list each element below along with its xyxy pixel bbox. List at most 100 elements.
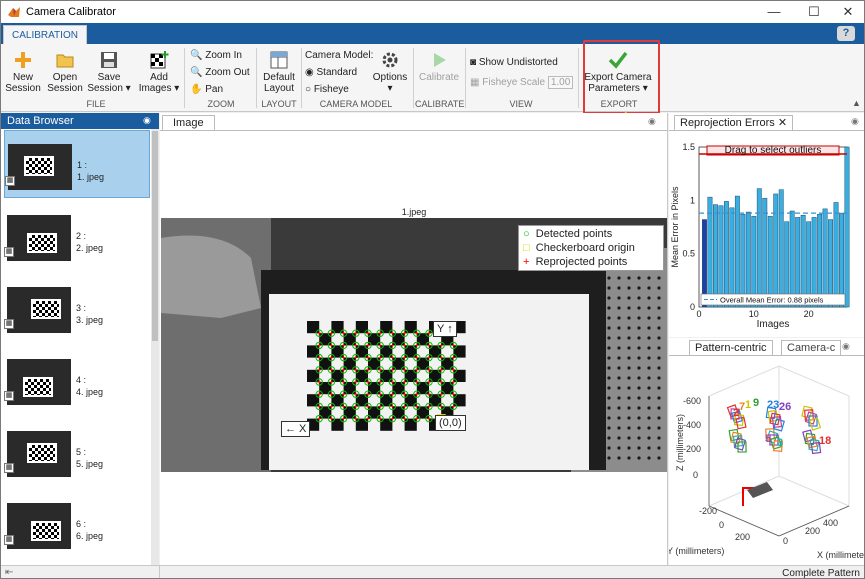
camera-pose-label: 26	[779, 401, 791, 413]
help-button[interactable]: ?	[837, 26, 855, 41]
error-bar	[778, 189, 784, 308]
data-browser-item-label: 2 : 2. jpeg	[76, 230, 103, 254]
thumbnail-checkerboard	[31, 299, 61, 319]
ribbon-separator	[578, 48, 579, 108]
data-browser-item[interactable]: ▦ 3 : 3. jpeg	[4, 274, 150, 342]
panel-menu-icon[interactable]: ◉	[648, 116, 656, 127]
tab-image[interactable]: Image	[162, 115, 215, 130]
extrinsics-3d-plot[interactable]: -600 -400 -200 0 -200 0 200 0 200 400 X …	[669, 356, 865, 565]
error-bar	[789, 210, 795, 308]
item-filename: 5. jpeg	[76, 459, 104, 469]
options-button[interactable]: Options ▾	[371, 50, 409, 94]
panel-menu-icon[interactable]: ◉	[842, 341, 850, 352]
fisheye-scale-label: Fisheye Scale	[482, 77, 546, 88]
fisheye-label: Fisheye	[313, 84, 349, 95]
data-browser-item[interactable]: ▦ 1 : 1. jpeg	[4, 130, 150, 198]
item-filename: 6. jpeg	[76, 531, 104, 541]
data-browser-item-label: 3 : 3. jpeg	[76, 302, 103, 326]
add-checkerboard-icon	[150, 51, 169, 69]
add-images-label-2: Images ▾	[138, 83, 180, 94]
pan-hand-icon: ✋	[190, 84, 203, 95]
calibrate-button[interactable]: Calibrate	[417, 50, 461, 83]
y-tick-label: 1.5	[682, 142, 695, 152]
close-button[interactable]: ✕	[830, 1, 864, 23]
data-browser-item[interactable]: ▦ 2 : 2. jpeg	[4, 202, 150, 270]
panel-menu-icon[interactable]: ◉	[851, 116, 859, 127]
error-bar	[822, 208, 828, 308]
error-bar	[751, 216, 757, 308]
data-browser-item[interactable]: ▦ 5 : 5. jpeg	[4, 418, 150, 486]
y-axis-label: Y ↑	[433, 321, 457, 337]
floppy-disk-icon	[101, 52, 117, 68]
minimize-button[interactable]: —	[756, 1, 792, 23]
status-bar: ⇤ Complete Pattern	[1, 565, 864, 578]
standard-radio[interactable]: ◉ Standard	[305, 67, 357, 78]
camera-pose-label: 23	[767, 399, 779, 411]
error-bar	[713, 204, 718, 308]
save-session-button[interactable]: Save Session ▾	[87, 50, 131, 94]
fisheye-radio[interactable]: ○ Fisheye	[305, 84, 349, 95]
z-tick-2: -200	[683, 444, 701, 454]
error-bar	[795, 217, 801, 308]
camera-pose-label: 5	[765, 433, 771, 445]
ribbon-separator	[256, 48, 257, 108]
thumbnail-checkerboard	[27, 233, 57, 253]
image-panel: Image ◉ 1.jpeg ○ Detected points □ Check…	[160, 113, 668, 565]
thumbnail-checkerboard	[31, 521, 61, 541]
z-tick-0: -600	[683, 396, 701, 406]
zoom-in-button[interactable]: 🔍 Zoom In	[190, 50, 242, 61]
data-browser-item-label: 4 : 4. jpeg	[76, 374, 103, 398]
x-tick-label: 0	[696, 309, 701, 319]
y-tick-1: 0	[719, 520, 724, 530]
thumbnail-checkerboard	[24, 156, 54, 176]
radio-selected-icon: ◉	[305, 67, 314, 78]
image-thumbnail	[7, 215, 71, 261]
x-axis-title: Images	[757, 319, 790, 330]
open-session-button[interactable]: Open Session	[46, 50, 84, 94]
camera-calibrator-window: Camera Calibrator — ☐ ✕ CALIBRATION ? Ne…	[0, 0, 865, 579]
fisheye-scale-input[interactable]: 1.00	[547, 76, 574, 89]
zoom-in-label: Zoom In	[205, 50, 242, 61]
zoom-out-button[interactable]: 🔍 Zoom Out	[190, 67, 250, 78]
x-axis-title: X (millimeters)	[817, 550, 865, 560]
fisheye-scale-control[interactable]: ▦ Fisheye Scale 1.00	[470, 76, 574, 89]
default-layout-button[interactable]: Default Layout	[259, 50, 299, 94]
z-tick-1: -400	[683, 420, 701, 430]
error-bar	[833, 202, 839, 308]
new-session-button[interactable]: New Session	[5, 50, 41, 94]
tab-pattern-centric[interactable]: Pattern-centric	[689, 340, 773, 355]
pan-button[interactable]: ✋ Pan	[190, 84, 223, 95]
data-browser-item[interactable]: ▦ 4 : 4. jpeg	[4, 346, 150, 414]
x-axis-label: ← X	[281, 421, 311, 437]
error-bar	[811, 217, 817, 308]
circle-marker-icon: ○	[523, 228, 530, 240]
pattern-status-icon: ▦	[4, 535, 14, 545]
panel-menu-icon[interactable]: ◉	[143, 115, 151, 126]
square-marker-icon: □	[523, 242, 530, 254]
close-tab-icon[interactable]: ✕	[778, 117, 787, 129]
data-browser-scroll-thumb[interactable]	[152, 131, 158, 341]
pattern-status-icon: ▦	[4, 319, 14, 329]
error-bar	[729, 207, 735, 308]
tab-calibration[interactable]: CALIBRATION	[3, 25, 87, 44]
item-index: 2 :	[76, 231, 87, 241]
ribbon-separator	[413, 48, 414, 108]
default-layout-label-1: Default	[263, 72, 295, 83]
status-bar-collapse-icon[interactable]: ⇤	[5, 567, 13, 578]
tab-camera-centric[interactable]: Camera-c	[781, 340, 842, 355]
tab-reprojection-errors[interactable]: Reprojection Errors ✕	[674, 115, 794, 130]
maximize-button[interactable]: ☐	[796, 1, 832, 23]
collapse-ribbon-icon[interactable]: ▲	[852, 98, 861, 108]
play-icon	[434, 53, 446, 67]
show-undistorted-button[interactable]: ◙ Show Undistorted	[470, 57, 558, 68]
ribbon-separator	[184, 48, 185, 108]
error-bar	[839, 212, 844, 308]
data-browser-item[interactable]: ▦ 6 : 6. jpeg	[4, 490, 150, 558]
camera-model-group-label: CAMERA MODEL	[319, 99, 393, 109]
legend-reprojected: + Reprojected points	[523, 255, 659, 269]
checker-circle-icon: ◙	[470, 57, 477, 68]
reprojection-chart[interactable]: 0 0.5 1 1.5 0 10 20 Images Mean Error in Pixels D…	[669, 133, 865, 337]
image-thumbnail	[7, 431, 71, 477]
add-images-button[interactable]: Add Images ▾	[137, 50, 181, 94]
pan-label: Pan	[205, 84, 224, 95]
